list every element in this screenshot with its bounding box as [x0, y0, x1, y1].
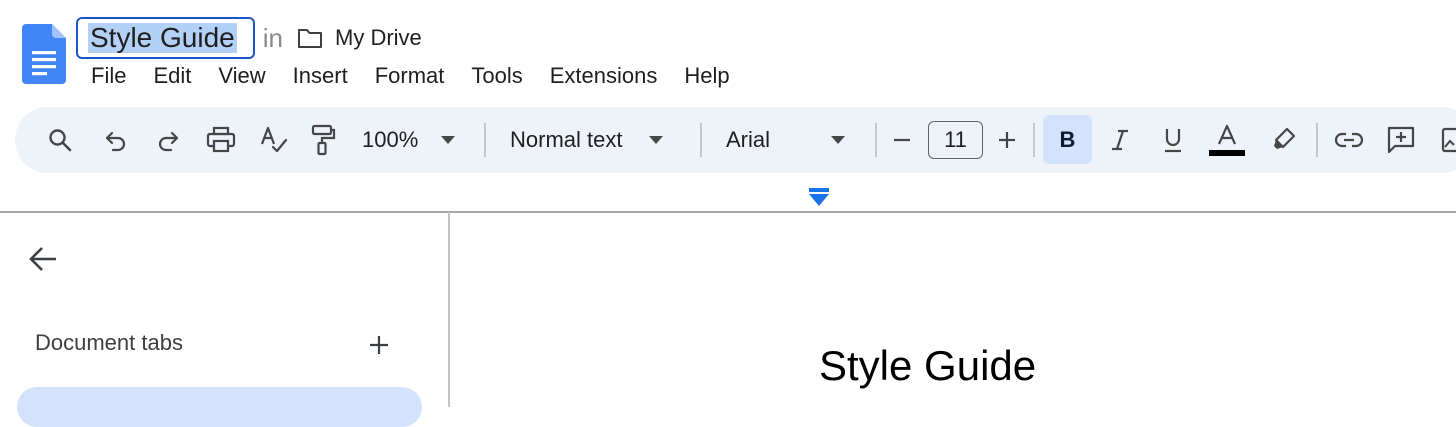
chevron-down-icon [831, 136, 846, 144]
document-title-input[interactable]: Style Guide [76, 17, 255, 59]
bold-icon: B [1059, 126, 1076, 152]
back-arrow-icon[interactable] [27, 243, 59, 275]
italic-button[interactable] [1106, 107, 1134, 173]
text-color-icon [1209, 124, 1245, 156]
search-icon [49, 129, 72, 152]
bold-button[interactable]: B [1043, 115, 1092, 164]
toolbar-divider [1316, 123, 1318, 157]
underline-icon [1165, 129, 1181, 153]
toolbar-divider [875, 123, 877, 157]
menu-bar: File Edit View Insert Format Tools Exten… [91, 60, 757, 92]
font-value: Arial [726, 127, 771, 152]
search-menus-button[interactable] [44, 107, 76, 173]
text-color-button[interactable] [1208, 107, 1246, 173]
toolbar-divider [700, 123, 702, 157]
chevron-down-icon [649, 136, 664, 144]
undo-icon [105, 131, 126, 152]
menu-edit[interactable]: Edit [153, 63, 191, 89]
menu-file[interactable]: File [91, 63, 126, 89]
menu-tools[interactable]: Tools [471, 63, 522, 89]
redo-button[interactable] [153, 107, 183, 173]
underline-button[interactable] [1159, 107, 1187, 173]
decrease-font-size-button[interactable] [890, 107, 914, 173]
document-tabs-heading: Document tabs [35, 330, 183, 355]
font-select[interactable]: Arial [726, 107, 856, 173]
menu-help[interactable]: Help [684, 63, 729, 89]
zoom-select[interactable]: 100% [362, 107, 472, 173]
indent-marker-icon[interactable] [809, 188, 829, 208]
add-comment-button[interactable] [1385, 107, 1417, 173]
google-docs-logo-icon[interactable] [22, 24, 66, 84]
highlight-color-button[interactable] [1269, 107, 1299, 173]
chevron-down-icon [441, 136, 456, 144]
zoom-value: 100% [362, 127, 419, 152]
link-icon [1334, 132, 1364, 148]
insert-link-button[interactable] [1333, 107, 1365, 173]
increase-font-size-button[interactable] [995, 107, 1019, 173]
folder-icon[interactable] [297, 27, 323, 49]
insert-image-icon [1441, 127, 1456, 153]
drive-location-link[interactable]: My Drive [335, 25, 422, 51]
undo-button[interactable] [101, 107, 131, 173]
paragraph-style-select[interactable]: Normal text [510, 107, 680, 173]
toolbar-divider [1033, 123, 1035, 157]
italic-icon [1112, 129, 1128, 151]
menu-insert[interactable]: Insert [293, 63, 348, 89]
minus-icon [894, 138, 910, 142]
menu-extensions[interactable]: Extensions [550, 63, 658, 89]
add-tab-plus-icon[interactable] [367, 333, 391, 357]
add-comment-icon [1387, 126, 1415, 154]
print-icon [206, 126, 236, 153]
paint-format-button[interactable] [308, 107, 338, 173]
plus-icon [999, 132, 1015, 148]
redo-icon [158, 131, 179, 152]
document-heading: Style Guide [819, 342, 1037, 389]
location-prefix: in [262, 22, 283, 53]
spellcheck-icon [260, 126, 288, 153]
paragraph-style-value: Normal text [510, 127, 623, 152]
toolbar-divider [484, 123, 486, 157]
highlight-icon [1274, 127, 1296, 149]
paint-format-icon [311, 124, 336, 156]
sidebar-divider [448, 212, 450, 407]
active-document-tab[interactable] [17, 387, 422, 427]
document-title-text: Style Guide [88, 22, 237, 53]
insert-image-button[interactable] [1440, 107, 1456, 173]
menu-view[interactable]: View [218, 63, 265, 89]
ruler [0, 211, 1456, 213]
title-row: Style Guide in My Drive [76, 17, 422, 59]
font-size-input[interactable]: 11 [928, 121, 983, 159]
print-button[interactable] [204, 107, 238, 173]
spellcheck-button[interactable] [258, 107, 290, 173]
menu-format[interactable]: Format [375, 63, 445, 89]
